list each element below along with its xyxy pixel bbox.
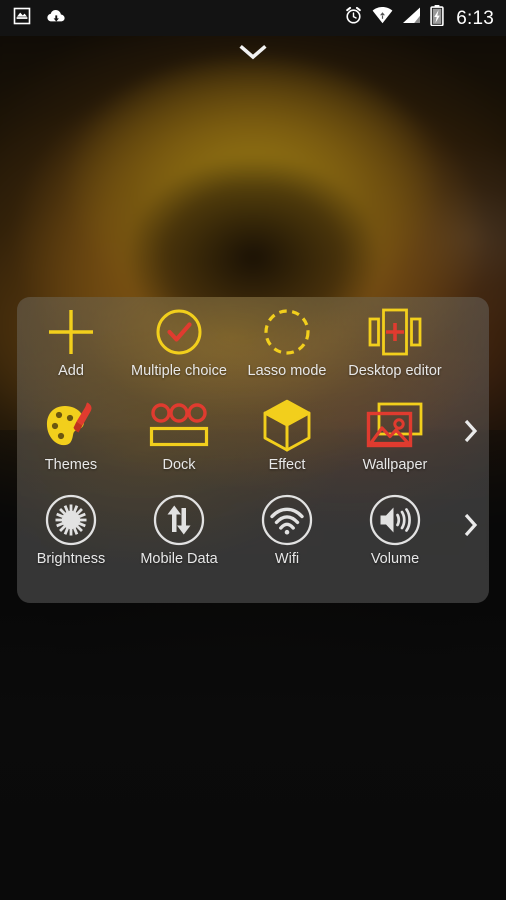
volume-icon	[363, 492, 427, 548]
panel-item-label: Lasso mode	[247, 363, 327, 379]
panel-item-label: Dock	[162, 457, 196, 473]
wifi-circle-icon	[255, 492, 319, 548]
panel-item-multiple-choice[interactable]: Multiple choice	[125, 304, 233, 391]
status-bar-left-icons	[12, 6, 68, 31]
status-bar-clock: 6:13	[456, 7, 494, 29]
quick-actions-panel: Add Multiple choice Lasso mode Desktop e…	[17, 297, 489, 603]
panel-item-label: Wallpaper	[362, 457, 428, 473]
panel-item-mobile-data[interactable]: Mobile Data	[125, 492, 233, 579]
cube-icon	[255, 398, 319, 454]
panel-item-label: Multiple choice	[131, 363, 227, 379]
wallpaper-icon	[363, 398, 427, 454]
panel-row-system-toggles: Brightness Mobile Data Wifi Volume	[17, 485, 489, 579]
panel-item-wifi[interactable]: Wifi	[233, 492, 341, 579]
panel-item-volume[interactable]: Volume	[341, 492, 449, 579]
panel-collapse-handle[interactable]	[0, 40, 506, 68]
panel-item-label: Add	[58, 363, 84, 379]
panel-item-label: Volume	[370, 551, 420, 567]
signal-icon	[402, 7, 421, 29]
alarm-icon	[344, 6, 363, 30]
brightness-icon	[39, 492, 103, 548]
panel-row-more-arrow[interactable]	[457, 511, 483, 543]
panel-row-customization: Themes Dock Effect Wallpaper	[17, 391, 489, 485]
chevron-down-icon	[237, 42, 269, 67]
chevron-right-icon	[462, 511, 479, 544]
panel-item-label: Effect	[268, 457, 306, 473]
panel-item-desktop-editor[interactable]: Desktop editor	[341, 304, 449, 391]
panel-row-more-arrow[interactable]	[457, 417, 483, 449]
wifi-icon	[372, 7, 393, 29]
cloud-download-icon	[46, 6, 68, 31]
phone-screen: 6:13 Add Multiple choice Lasso mode Desk…	[0, 0, 506, 900]
panel-item-effect[interactable]: Effect	[233, 398, 341, 485]
mobile-data-icon	[147, 492, 211, 548]
dock-icon	[147, 398, 211, 454]
check-circle-icon	[147, 304, 211, 360]
screenshot-icon	[12, 6, 32, 31]
panel-item-label: Wifi	[274, 551, 300, 567]
panel-item-wallpaper[interactable]: Wallpaper	[341, 398, 449, 485]
status-bar: 6:13	[0, 0, 506, 36]
dashed-circle-icon	[255, 304, 319, 360]
panel-row-editing-tools: Add Multiple choice Lasso mode Desktop e…	[17, 297, 489, 391]
panel-item-label: Desktop editor	[348, 363, 442, 379]
plus-icon	[39, 304, 103, 360]
panel-item-label: Themes	[44, 457, 98, 473]
panel-item-add[interactable]: Add	[17, 304, 125, 391]
panel-item-themes[interactable]: Themes	[17, 398, 125, 485]
panel-item-lasso-mode[interactable]: Lasso mode	[233, 304, 341, 391]
chevron-right-icon	[462, 417, 479, 450]
panel-item-dock[interactable]: Dock	[125, 398, 233, 485]
battery-charging-icon	[430, 5, 444, 31]
desktop-editor-icon	[363, 304, 427, 360]
palette-icon	[39, 398, 103, 454]
panel-item-label: Brightness	[36, 551, 106, 567]
status-bar-right-icons: 6:13	[344, 5, 494, 31]
panel-item-label: Mobile Data	[140, 551, 218, 567]
panel-item-brightness[interactable]: Brightness	[17, 492, 125, 579]
